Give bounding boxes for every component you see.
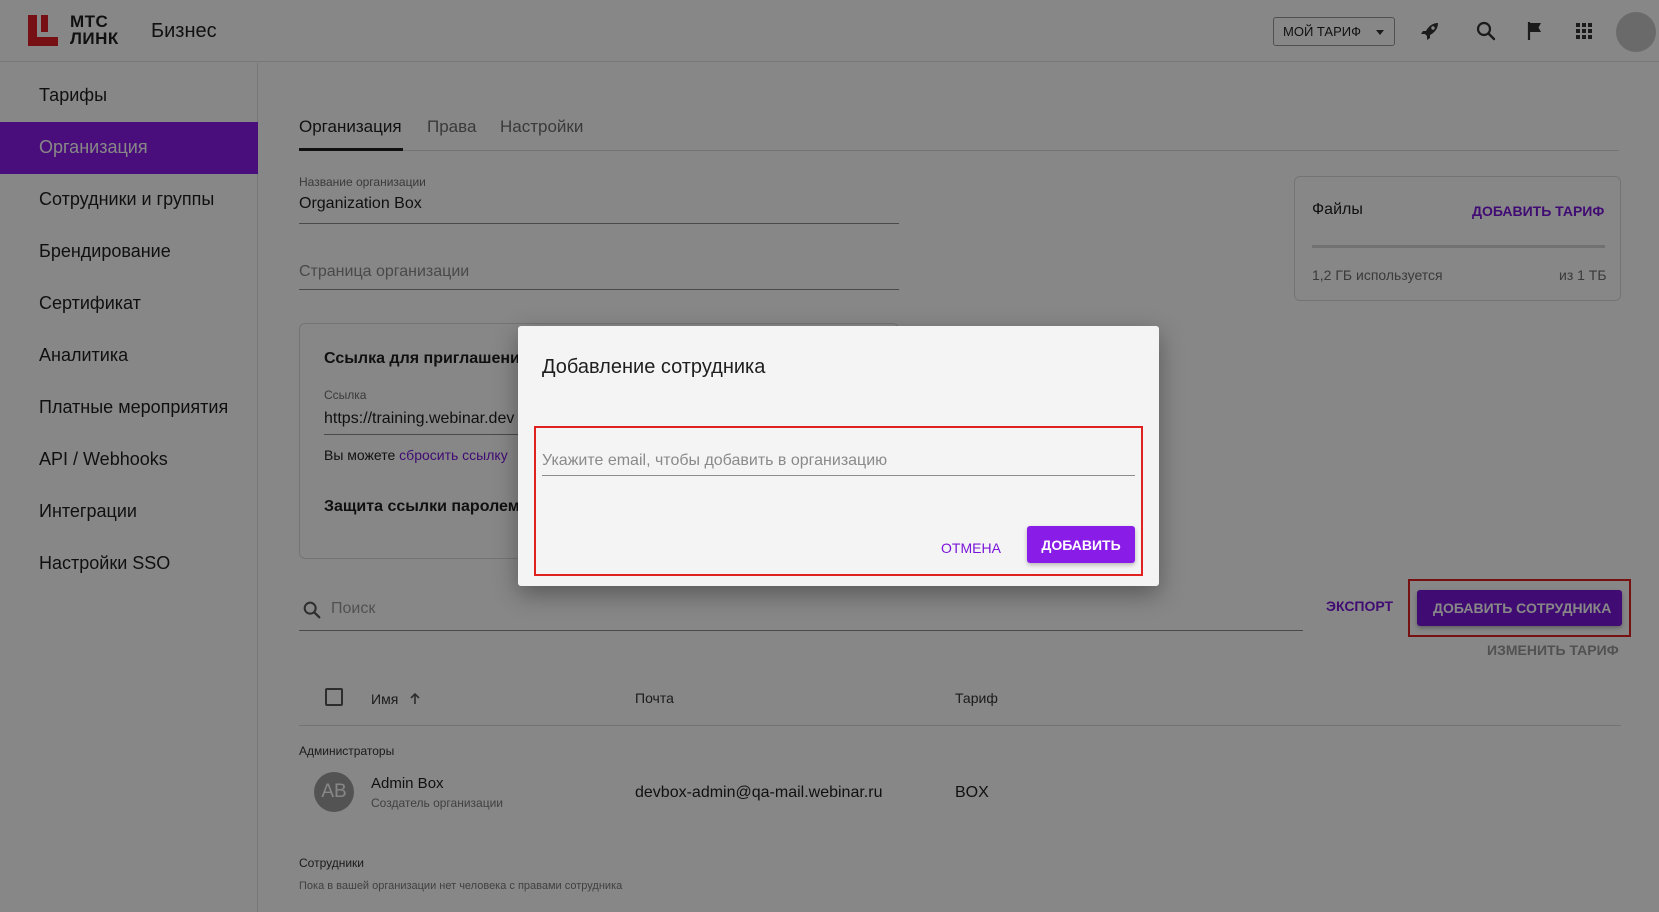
email-field[interactable] xyxy=(542,446,1135,476)
add-button[interactable]: ДОБАВИТЬ xyxy=(1027,526,1135,563)
dialog-title: Добавление сотрудника xyxy=(542,356,766,378)
cancel-button[interactable]: ОТМЕНА xyxy=(936,535,1006,559)
add-employee-dialog: Добавление сотрудника ОТМЕНА ДОБАВИТЬ xyxy=(518,326,1159,586)
